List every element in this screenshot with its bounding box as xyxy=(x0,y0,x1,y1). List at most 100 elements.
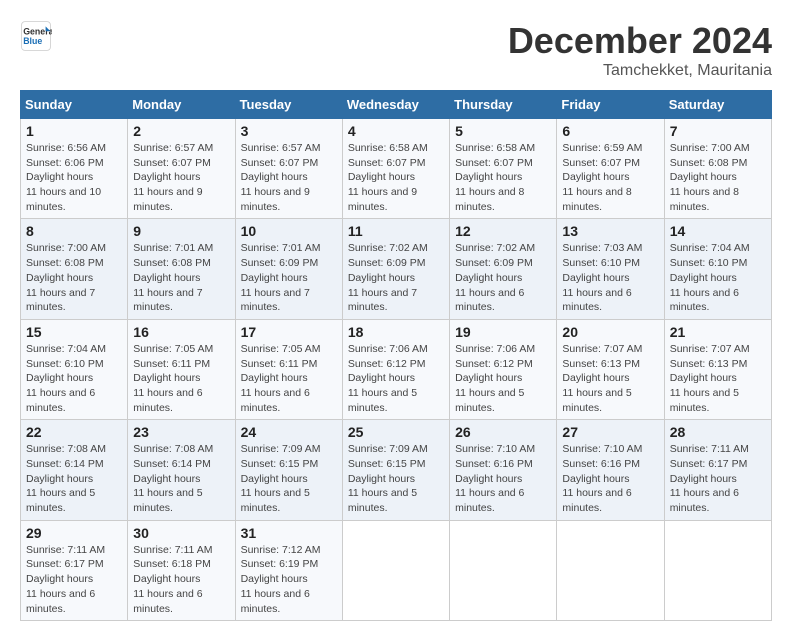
calendar-cell: 1 Sunrise: 6:56 AMSunset: 6:06 PMDaylight… xyxy=(21,119,128,219)
day-number: 24 xyxy=(241,424,337,440)
day-number: 2 xyxy=(133,123,229,139)
calendar-cell: 15 Sunrise: 7:04 AMSunset: 6:10 PMDayligh… xyxy=(21,319,128,419)
day-number: 28 xyxy=(670,424,766,440)
day-number: 10 xyxy=(241,223,337,239)
calendar-cell: 14Sunrise: 7:04 AMSunset: 6:10 PMDayligh… xyxy=(664,219,771,319)
day-detail: Sunrise: 7:01 AMSunset: 6:09 PMDaylight … xyxy=(241,241,337,314)
day-detail: Sunrise: 7:02 AMSunset: 6:09 PMDaylight … xyxy=(455,241,551,314)
calendar-cell: 2Sunrise: 6:57 AMSunset: 6:07 PMDaylight… xyxy=(128,119,235,219)
svg-text:Blue: Blue xyxy=(23,36,42,46)
day-detail: Sunrise: 7:05 AMSunset: 6:11 PMDaylight … xyxy=(241,342,337,415)
calendar-cell: 20Sunrise: 7:07 AMSunset: 6:13 PMDayligh… xyxy=(557,319,664,419)
calendar-cell: 29 Sunrise: 7:11 AMSunset: 6:17 PMDayligh… xyxy=(21,520,128,620)
title-block: December 2024 Tamchekket, Mauritania xyxy=(508,20,772,80)
calendar-table: SundayMondayTuesdayWednesdayThursdayFrid… xyxy=(20,90,772,621)
day-detail: Sunrise: 7:08 AMSunset: 6:14 PMDaylight … xyxy=(26,442,122,515)
day-detail: Sunrise: 7:11 AMSunset: 6:17 PMDaylight … xyxy=(670,442,766,515)
day-of-week-header: Friday xyxy=(557,91,664,119)
day-of-week-header: Monday xyxy=(128,91,235,119)
day-detail: Sunrise: 6:56 AMSunset: 6:06 PMDaylight … xyxy=(26,141,122,214)
calendar-cell xyxy=(557,520,664,620)
calendar-cell: 11Sunrise: 7:02 AMSunset: 6:09 PMDayligh… xyxy=(342,219,449,319)
calendar-cell xyxy=(664,520,771,620)
day-number: 15 xyxy=(26,324,122,340)
day-number: 3 xyxy=(241,123,337,139)
day-number: 12 xyxy=(455,223,551,239)
calendar-cell: 30 Sunrise: 7:11 AMSunset: 6:18 PMDayligh… xyxy=(128,520,235,620)
day-of-week-header: Sunday xyxy=(21,91,128,119)
calendar-cell: 5 Sunrise: 6:58 AMSunset: 6:07 PMDaylight… xyxy=(450,119,557,219)
day-number: 17 xyxy=(241,324,337,340)
day-of-week-header: Tuesday xyxy=(235,91,342,119)
calendar-cell xyxy=(342,520,449,620)
calendar-cell: 13Sunrise: 7:03 AMSunset: 6:10 PMDayligh… xyxy=(557,219,664,319)
calendar-cell: 18Sunrise: 7:06 AMSunset: 6:12 PMDayligh… xyxy=(342,319,449,419)
day-number: 5 xyxy=(455,123,551,139)
calendar-cell: 27 Sunrise: 7:10 AMSunset: 6:16 PMDayligh… xyxy=(557,420,664,520)
calendar-cell: 9 Sunrise: 7:01 AMSunset: 6:08 PMDaylight… xyxy=(128,219,235,319)
day-of-week-header: Saturday xyxy=(664,91,771,119)
day-number: 1 xyxy=(26,123,122,139)
calendar-cell: 26 Sunrise: 7:10 AMSunset: 6:16 PMDayligh… xyxy=(450,420,557,520)
month-title: December 2024 xyxy=(508,20,772,62)
svg-text:General: General xyxy=(23,26,52,36)
day-number: 21 xyxy=(670,324,766,340)
day-detail: Sunrise: 7:01 AMSunset: 6:08 PMDaylight … xyxy=(133,241,229,314)
day-detail: Sunrise: 6:57 AMSunset: 6:07 PMDaylight … xyxy=(241,141,337,214)
logo: General Blue xyxy=(20,20,54,52)
day-detail: Sunrise: 7:09 AMSunset: 6:15 PMDaylight … xyxy=(241,442,337,515)
page-header: General Blue December 2024 Tamchekket, M… xyxy=(20,20,772,80)
calendar-cell: 4 Sunrise: 6:58 AMSunset: 6:07 PMDaylight… xyxy=(342,119,449,219)
day-number: 20 xyxy=(562,324,658,340)
day-detail: Sunrise: 7:11 AMSunset: 6:18 PMDaylight … xyxy=(133,543,229,616)
day-number: 9 xyxy=(133,223,229,239)
logo-icon: General Blue xyxy=(20,20,52,52)
calendar-cell: 25 Sunrise: 7:09 AMSunset: 6:15 PMDayligh… xyxy=(342,420,449,520)
day-detail: Sunrise: 6:59 AMSunset: 6:07 PMDaylight … xyxy=(562,141,658,214)
day-detail: Sunrise: 7:11 AMSunset: 6:17 PMDaylight … xyxy=(26,543,122,616)
calendar-cell: 7Sunrise: 7:00 AMSunset: 6:08 PMDaylight… xyxy=(664,119,771,219)
calendar-cell: 31 Sunrise: 7:12 AMSunset: 6:19 PMDayligh… xyxy=(235,520,342,620)
calendar-cell: 6Sunrise: 6:59 AMSunset: 6:07 PMDaylight… xyxy=(557,119,664,219)
day-number: 4 xyxy=(348,123,444,139)
calendar-cell: 10 Sunrise: 7:01 AMSunset: 6:09 PMDayligh… xyxy=(235,219,342,319)
calendar-cell: 24 Sunrise: 7:09 AMSunset: 6:15 PMDayligh… xyxy=(235,420,342,520)
day-detail: Sunrise: 6:58 AMSunset: 6:07 PMDaylight … xyxy=(348,141,444,214)
calendar-cell: 12 Sunrise: 7:02 AMSunset: 6:09 PMDayligh… xyxy=(450,219,557,319)
day-number: 31 xyxy=(241,525,337,541)
day-number: 25 xyxy=(348,424,444,440)
day-detail: Sunrise: 7:10 AMSunset: 6:16 PMDaylight … xyxy=(455,442,551,515)
day-detail: Sunrise: 7:04 AMSunset: 6:10 PMDaylight … xyxy=(26,342,122,415)
day-number: 18 xyxy=(348,324,444,340)
day-number: 14 xyxy=(670,223,766,239)
day-number: 27 xyxy=(562,424,658,440)
day-detail: Sunrise: 7:03 AMSunset: 6:10 PMDaylight … xyxy=(562,241,658,314)
day-of-week-header: Wednesday xyxy=(342,91,449,119)
calendar-cell: 21 Sunrise: 7:07 AMSunset: 6:13 PMDayligh… xyxy=(664,319,771,419)
day-detail: Sunrise: 7:09 AMSunset: 6:15 PMDaylight … xyxy=(348,442,444,515)
calendar-cell: 19Sunrise: 7:06 AMSunset: 6:12 PMDayligh… xyxy=(450,319,557,419)
location-title: Tamchekket, Mauritania xyxy=(508,62,772,80)
calendar-cell: 3 Sunrise: 6:57 AMSunset: 6:07 PMDaylight… xyxy=(235,119,342,219)
day-number: 22 xyxy=(26,424,122,440)
day-detail: Sunrise: 7:10 AMSunset: 6:16 PMDaylight … xyxy=(562,442,658,515)
day-detail: Sunrise: 6:58 AMSunset: 6:07 PMDaylight … xyxy=(455,141,551,214)
day-detail: Sunrise: 7:00 AMSunset: 6:08 PMDaylight … xyxy=(26,241,122,314)
day-number: 26 xyxy=(455,424,551,440)
day-of-week-header: Thursday xyxy=(450,91,557,119)
day-detail: Sunrise: 7:00 AMSunset: 6:08 PMDaylight … xyxy=(670,141,766,214)
calendar-cell: 17 Sunrise: 7:05 AMSunset: 6:11 PMDayligh… xyxy=(235,319,342,419)
day-number: 29 xyxy=(26,525,122,541)
day-number: 8 xyxy=(26,223,122,239)
day-detail: Sunrise: 7:08 AMSunset: 6:14 PMDaylight … xyxy=(133,442,229,515)
calendar-cell: 22 Sunrise: 7:08 AMSunset: 6:14 PMDayligh… xyxy=(21,420,128,520)
day-number: 19 xyxy=(455,324,551,340)
day-number: 11 xyxy=(348,223,444,239)
calendar-cell xyxy=(450,520,557,620)
day-number: 30 xyxy=(133,525,229,541)
day-number: 16 xyxy=(133,324,229,340)
day-detail: Sunrise: 7:12 AMSunset: 6:19 PMDaylight … xyxy=(241,543,337,616)
calendar-cell: 16Sunrise: 7:05 AMSunset: 6:11 PMDayligh… xyxy=(128,319,235,419)
day-number: 23 xyxy=(133,424,229,440)
day-detail: Sunrise: 7:07 AMSunset: 6:13 PMDaylight … xyxy=(670,342,766,415)
